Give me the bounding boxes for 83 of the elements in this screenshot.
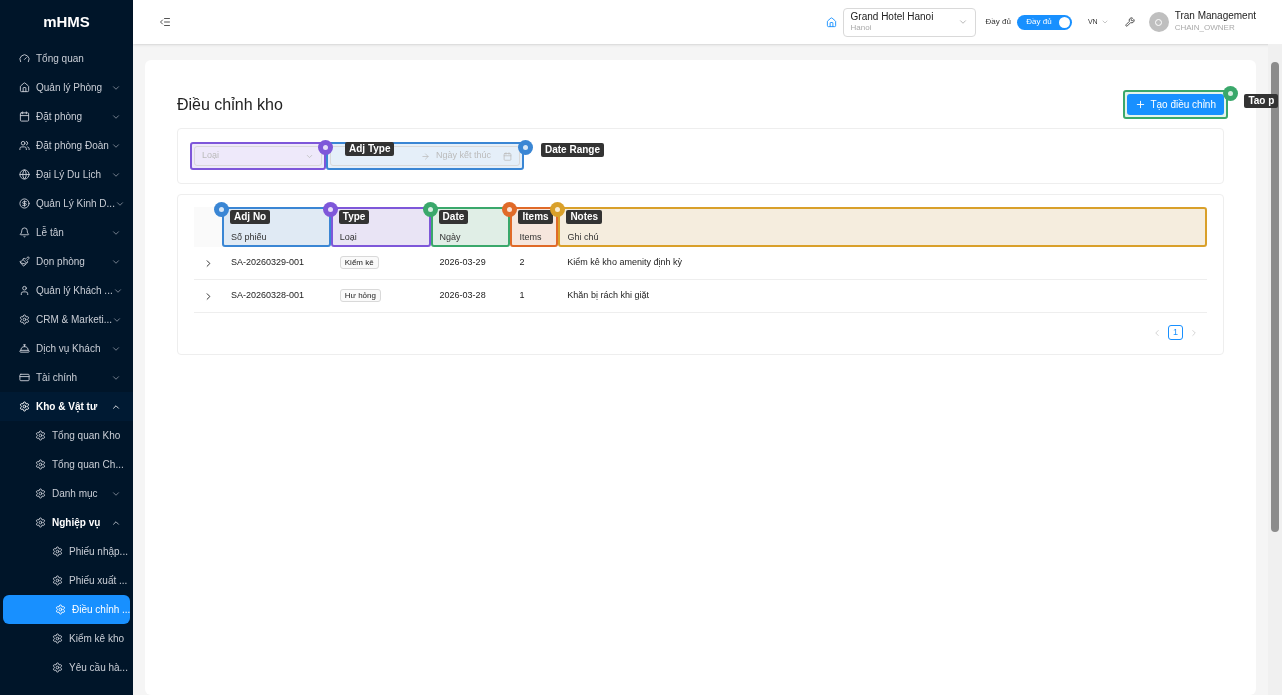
menu-icon	[19, 111, 30, 122]
sidebar-item[interactable]: CRM & Marketi...	[0, 305, 133, 334]
menu-icon	[19, 82, 30, 93]
menu-icon	[35, 430, 46, 441]
sidebar-item[interactable]: Tổng quan Ch...	[0, 450, 133, 479]
menu-icon	[55, 604, 66, 615]
user-name: Tran Management	[1174, 10, 1256, 22]
home-icon	[825, 16, 837, 28]
sidebar-item[interactable]: Đại Lý Du Lịch	[0, 160, 133, 189]
mode-label: Đầy đủ	[985, 16, 1011, 28]
caret-icon	[957, 17, 968, 27]
menu-icon	[35, 517, 46, 528]
sidebar-item[interactable]: Danh mục	[0, 479, 133, 508]
column-header: Ghi chú	[567, 232, 599, 243]
sidebar-item[interactable]: Dọn phòng	[0, 247, 133, 276]
menu-icon	[19, 343, 30, 354]
sidebar-item[interactable]: Đặt phòng	[0, 102, 133, 131]
menu-icon	[19, 198, 30, 209]
type-tag: Hư hỏng	[339, 289, 381, 303]
menu-icon	[19, 372, 30, 383]
sidebar-item[interactable]: Kho & Vật tư	[0, 392, 133, 421]
menu-icon	[52, 633, 63, 644]
sidebar-item[interactable]: Dịch vụ Khách	[0, 334, 133, 363]
scroll-bar[interactable]	[1268, 44, 1282, 695]
menu-icon	[19, 169, 30, 180]
user-role: CHAIN_OWNER	[1174, 22, 1236, 34]
table-cell: Khăn bị rách khi giặt	[567, 290, 649, 301]
annotation-tooltip: Tao p	[1244, 93, 1279, 108]
menu-icon	[19, 285, 30, 296]
column-header: Loại	[339, 232, 357, 243]
table-cell: SA-20260329-001	[231, 257, 305, 268]
annotation-tooltip: Date Range	[541, 143, 604, 157]
table-cell: 2026-03-28	[439, 290, 486, 301]
menu-icon	[52, 662, 63, 673]
annotation-tooltip: Adj No	[230, 210, 271, 224]
sidebar-item[interactable]: Quản lý Khách ...	[0, 276, 133, 305]
column-header: Ngày	[439, 232, 461, 243]
annotation-tooltip: Adj Type	[345, 142, 395, 156]
sidebar-item[interactable]: Lễ tân	[0, 218, 133, 247]
type-tag: Kiểm kê	[339, 256, 379, 270]
menu-icon[interactable]	[159, 16, 171, 28]
table-cell: 1	[519, 290, 525, 301]
menu-icon	[35, 488, 46, 499]
column-header: Số phiếu	[231, 232, 267, 243]
sidebar-item[interactable]: Phiếu xuất ...	[0, 566, 133, 595]
plus-icon	[1135, 98, 1147, 110]
app-logo: mHMS	[42, 11, 91, 32]
annotation-tooltip: Date	[438, 210, 469, 224]
menu-icon	[35, 459, 46, 470]
sidebar-item[interactable]: Quản Lý Kinh D...	[0, 189, 133, 218]
sidebar-item[interactable]: Quản lý Phòng	[0, 73, 133, 102]
menu-icon	[19, 401, 30, 412]
sidebar-item[interactable]: Tổng quan	[0, 44, 133, 73]
hotel-name: Grand Hotel Hanoi	[850, 11, 935, 22]
menu-icon	[19, 314, 30, 325]
menu-icon	[19, 227, 30, 238]
page-title: Điều chỉnh kho	[177, 95, 284, 115]
caret-icon	[1100, 18, 1109, 26]
annotation-tooltip: Items	[518, 210, 553, 224]
calendar-icon	[503, 151, 512, 161]
sidebar-item[interactable]: Tài chính	[0, 363, 133, 392]
arrow-icon	[421, 151, 430, 161]
menu-icon	[52, 575, 63, 586]
sidebar-item[interactable]: Tổng quan Kho	[0, 421, 133, 450]
hotel-city: Hanoi	[850, 22, 873, 33]
table-cell: Kiểm kê kho amenity định kỳ	[567, 257, 682, 268]
sidebar-item[interactable]: Kiểm kê kho	[0, 624, 133, 653]
menu-icon	[52, 546, 63, 557]
hotel-select[interactable]: Grand Hotel Hanoi Hanoi	[842, 7, 976, 37]
annotation-tooltip: Notes	[566, 210, 603, 224]
table-cell: 2026-03-29	[439, 257, 486, 268]
menu-icon	[19, 53, 30, 64]
sidebar-item[interactable]: Đặt phòng Đoàn	[0, 131, 133, 160]
sidebar-item[interactable]: Phiếu nhập...	[0, 537, 133, 566]
table-cell: SA-20260328-001	[231, 290, 305, 301]
column-header: Items	[519, 232, 542, 243]
annotation-tooltip: Type	[338, 210, 370, 224]
menu-icon	[19, 140, 30, 151]
sidebar-item[interactable]: Yêu cầu hà...	[0, 653, 133, 682]
wrench-icon[interactable]	[1124, 17, 1135, 27]
menu-icon	[19, 256, 30, 267]
sidebar-item[interactable]: Nghiệp vụ	[0, 508, 133, 537]
table-cell: 2	[519, 257, 525, 268]
